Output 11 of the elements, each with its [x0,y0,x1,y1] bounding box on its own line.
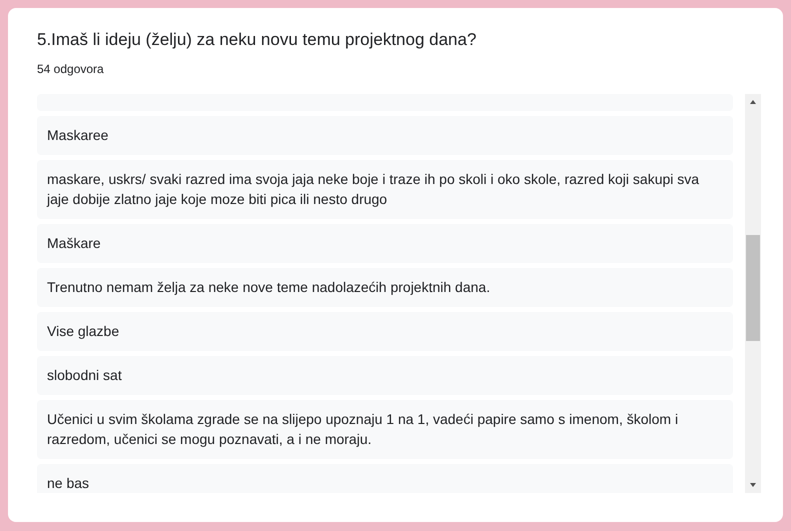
response-count: 54 odgovora [37,62,105,76]
scrollbar[interactable] [745,94,761,493]
question-title: 5.Imaš li ideju (želju) za neku novu temu projektnog dana? [37,29,478,51]
response-text: Maskaree [37,116,733,155]
response-text: Maškare [37,224,733,263]
response-text: slobodni sat [37,356,733,395]
response-text: Vise glazbe [37,312,733,351]
response-text: ne bas [37,464,733,493]
response-text: maskare, uskrs/ svaki razred ima svoja jaja neke boje i traze ih po skoli i oko skole, razred koji sakupi sva jaje dobije zlatno jaje koje moze biti pica ili nesto drugo [37,160,733,219]
response-text: Učenici u svim školama zgrade se na slijepo upoznaju 1 na 1, vadeći papire samo s imenom, školom i razredom, učenici se mogu poznavati, a i ne moraju. [37,400,733,459]
response-text: Trenutno nemam želja za neke nove teme nadolazećih projektnih dana. [37,268,733,307]
